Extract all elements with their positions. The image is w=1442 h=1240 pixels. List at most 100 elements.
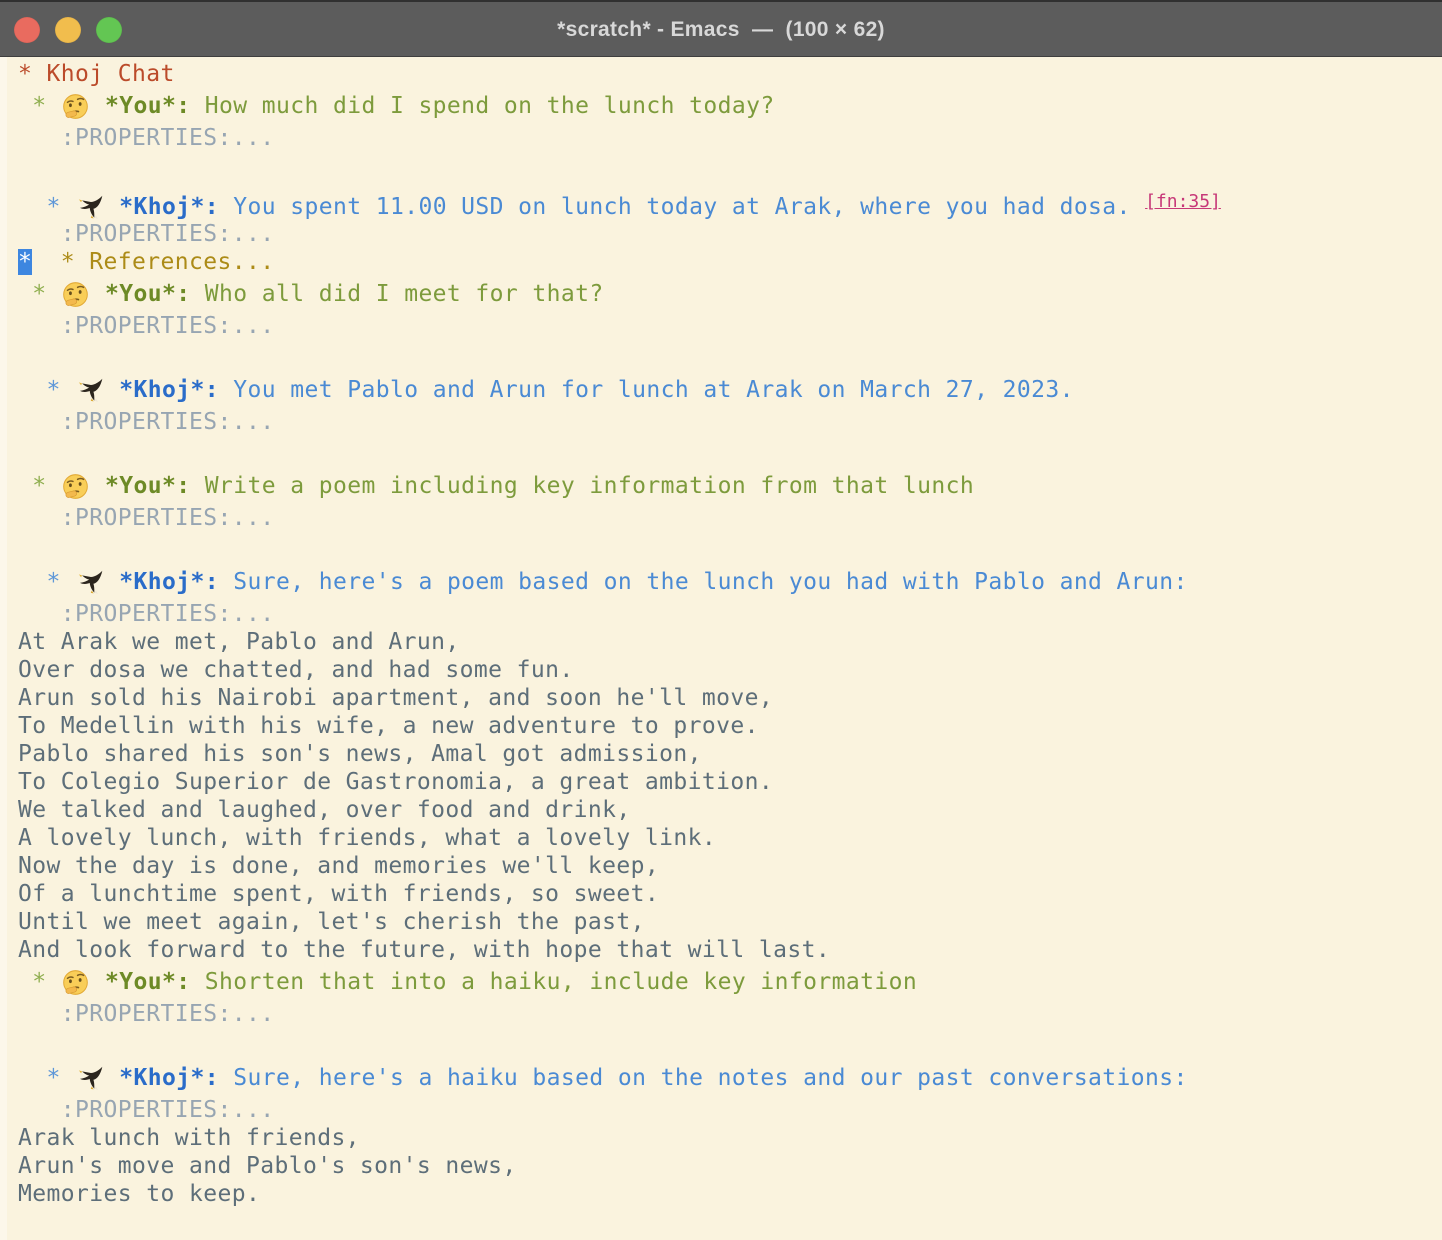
khoj-heading: * *Khoj*: You met Pablo and Arun for lun… xyxy=(18,372,1442,408)
message: You met Pablo and Arun for lunch at Arak… xyxy=(219,377,1074,403)
speaker-khoj: *Khoj*: xyxy=(119,1065,219,1091)
poem-text: To Colegio Superior de Gastronomia, a gr… xyxy=(18,769,773,795)
message: Sure, here's a haiku based on the notes … xyxy=(219,1065,1188,1091)
khoj-heading: * *Khoj*: Sure, here's a poem based on t… xyxy=(18,564,1442,600)
properties-drawer: :PROPERTIES:... xyxy=(18,312,1442,340)
poem-line: And look forward to the future, with hop… xyxy=(18,936,1442,964)
haiku-text: Arak lunch with friends, xyxy=(18,1125,360,1151)
you-heading: * *You*: Shorten that into a haiku, incl… xyxy=(18,964,1442,1000)
poem-text: Arun sold his Nairobi apartment, and soo… xyxy=(18,685,773,711)
org-star: * xyxy=(18,281,61,307)
poem-text: Pablo shared his son's news, Amal got ad… xyxy=(18,741,702,767)
poem-text: Of a lunchtime spent, with friends, so s… xyxy=(18,881,659,907)
references-label: * References... xyxy=(32,249,274,275)
properties-drawer: :PROPERTIES:... xyxy=(18,408,1442,436)
eagle-icon xyxy=(75,1065,105,1092)
properties-drawer: :PROPERTIES:... xyxy=(18,124,1442,152)
poem-line: Of a lunchtime spent, with friends, so s… xyxy=(18,880,1442,908)
poem-text: To Medellin with his wife, a new adventu… xyxy=(18,713,759,739)
window-title: *scratch* - Emacs — (100 × 62) xyxy=(0,2,1442,57)
spacer xyxy=(105,1065,119,1091)
you-heading: * *You*: Write a poem including key info… xyxy=(18,468,1442,504)
org-heading-label: * Khoj Chat xyxy=(18,61,175,87)
poem-line: Arun sold his Nairobi apartment, and soo… xyxy=(18,684,1442,712)
blank-line xyxy=(18,1028,1442,1060)
properties-drawer: :PROPERTIES:... xyxy=(18,1000,1442,1028)
properties-ellipsis: :PROPERTIES:... xyxy=(18,313,274,339)
haiku-text: Arun's move and Pablo's son's news, xyxy=(18,1153,517,1179)
message: Shorten that into a haiku, include key i… xyxy=(190,969,917,995)
poem-text: Now the day is done, and memories we'll … xyxy=(18,853,659,879)
blank-line xyxy=(18,152,1442,184)
poem-line: Now the day is done, and memories we'll … xyxy=(18,852,1442,880)
properties-ellipsis: :PROPERTIES:... xyxy=(18,125,274,151)
eagle-icon xyxy=(75,194,105,221)
properties-ellipsis: :PROPERTIES:... xyxy=(18,1001,274,1027)
poem-text: And look forward to the future, with hop… xyxy=(18,937,830,963)
haiku-line: Arun's move and Pablo's son's news, xyxy=(18,1152,1442,1180)
spacer xyxy=(105,377,119,403)
speaker-khoj: *Khoj*: xyxy=(119,194,219,220)
spacer xyxy=(91,281,105,307)
spacer xyxy=(91,969,105,995)
org-star: * xyxy=(18,569,75,595)
message: Write a poem including key information f… xyxy=(190,473,974,499)
editor-buffer[interactable]: * Khoj Chat * *You*: How much did I spen… xyxy=(0,57,1442,1208)
properties-ellipsis: :PROPERTIES:... xyxy=(18,505,274,531)
spacer xyxy=(105,569,119,595)
thinking-face-icon xyxy=(61,281,91,308)
haiku-line: Memories to keep. xyxy=(18,1180,1442,1208)
properties-ellipsis: :PROPERTIES:... xyxy=(18,1097,274,1123)
org-star: * xyxy=(18,473,61,499)
you-heading: * *You*: How much did I spend on the lun… xyxy=(18,88,1442,124)
properties-drawer: :PROPERTIES:... xyxy=(18,1096,1442,1124)
properties-ellipsis: :PROPERTIES:... xyxy=(18,409,274,435)
message: Sure, here's a poem based on the lunch y… xyxy=(219,569,1188,595)
poem-text: Over dosa we chatted, and had some fun. xyxy=(18,657,574,683)
properties-ellipsis: :PROPERTIES:... xyxy=(18,601,274,627)
thinking-face-icon xyxy=(61,473,91,500)
org-star: * xyxy=(18,377,75,403)
blank-line xyxy=(18,340,1442,372)
title-bar: *scratch* - Emacs — (100 × 62) xyxy=(0,0,1442,57)
poem-line: Until we meet again, let's cherish the p… xyxy=(18,908,1442,936)
poem-text: At Arak we met, Pablo and Arun, xyxy=(18,629,460,655)
speaker-khoj: *Khoj*: xyxy=(119,377,219,403)
blank-line xyxy=(18,436,1442,468)
eagle-icon xyxy=(75,569,105,596)
footnote-link[interactable]: [fn:35] xyxy=(1145,191,1221,212)
message: How much did I spend on the lunch today? xyxy=(190,93,774,119)
org-star: * xyxy=(18,1065,75,1091)
poem-line: To Medellin with his wife, a new adventu… xyxy=(18,712,1442,740)
spacer xyxy=(91,473,105,499)
references-line: * * References... xyxy=(18,248,1442,276)
you-heading: * *You*: Who all did I meet for that? xyxy=(18,276,1442,312)
properties-drawer: :PROPERTIES:... xyxy=(18,504,1442,532)
speaker-you: *You*: xyxy=(105,969,190,995)
poem-text: A lovely lunch, with friends, what a lov… xyxy=(18,825,716,851)
poem-line: A lovely lunch, with friends, what a lov… xyxy=(18,824,1442,852)
message: Who all did I meet for that? xyxy=(190,281,603,307)
thinking-face-icon xyxy=(61,93,91,120)
khoj-heading: * *Khoj*: You spent 11.00 USD on lunch t… xyxy=(18,184,1442,220)
org-title-line: * Khoj Chat xyxy=(18,60,1442,88)
message: You spent 11.00 USD on lunch today at Ar… xyxy=(219,194,1145,220)
speaker-you: *You*: xyxy=(105,281,190,307)
speaker-khoj: *Khoj*: xyxy=(119,569,219,595)
haiku-line: Arak lunch with friends, xyxy=(18,1124,1442,1152)
spacer xyxy=(105,194,119,220)
poem-line: Pablo shared his son's news, Amal got ad… xyxy=(18,740,1442,768)
poem-text: Until we meet again, let's cherish the p… xyxy=(18,909,645,935)
cursor-block: * xyxy=(18,249,32,275)
spacer xyxy=(91,93,105,119)
eagle-icon xyxy=(75,377,105,404)
thinking-face-icon xyxy=(61,969,91,996)
org-star: * xyxy=(18,969,61,995)
properties-ellipsis: :PROPERTIES:... xyxy=(18,221,274,247)
poem-line: Over dosa we chatted, and had some fun. xyxy=(18,656,1442,684)
poem-line: To Colegio Superior de Gastronomia, a gr… xyxy=(18,768,1442,796)
blank-line xyxy=(18,532,1442,564)
haiku-text: Memories to keep. xyxy=(18,1181,260,1207)
org-star: * xyxy=(18,194,75,220)
properties-drawer: :PROPERTIES:... xyxy=(18,600,1442,628)
